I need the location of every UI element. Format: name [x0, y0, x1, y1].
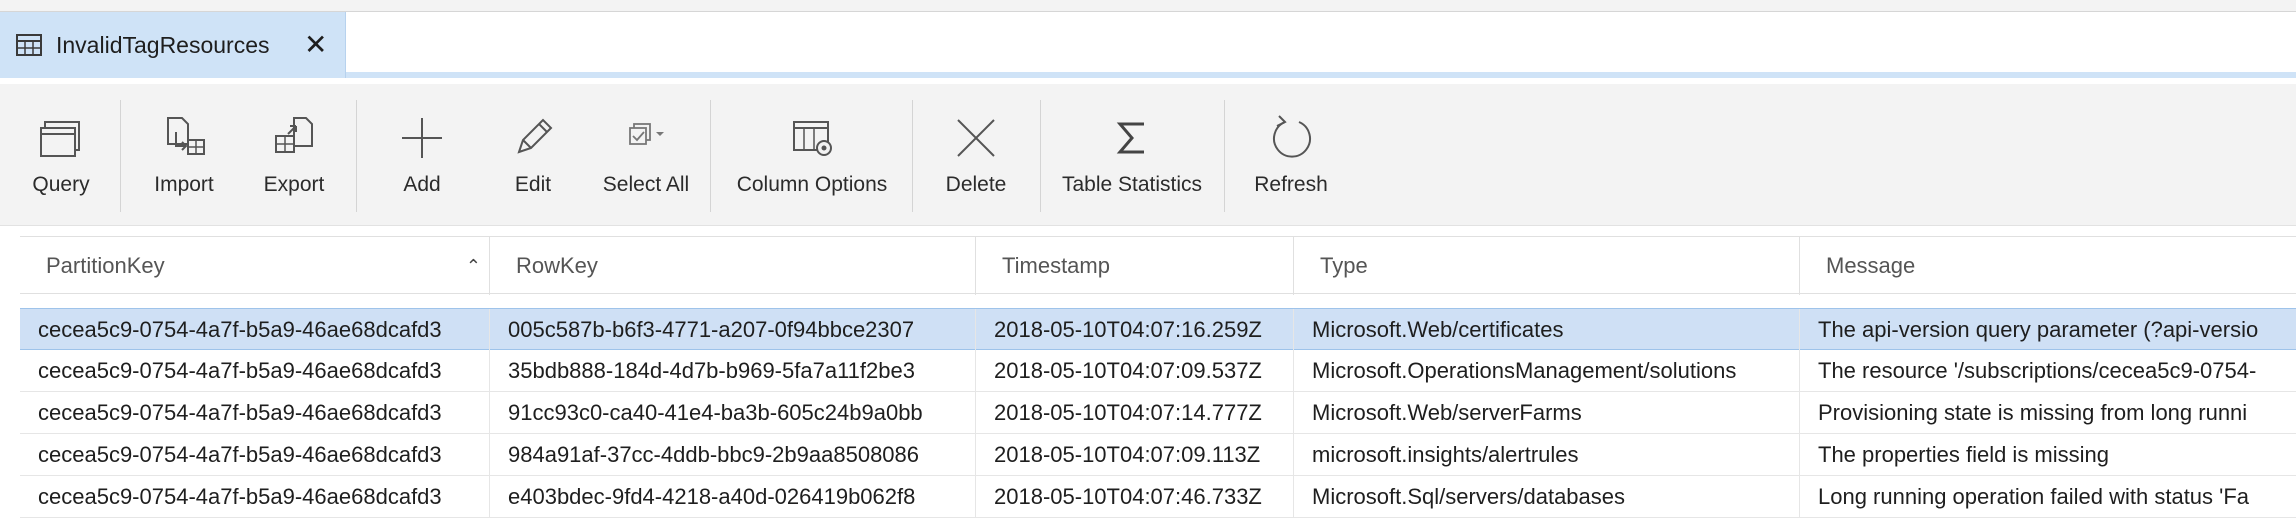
- column-header-message[interactable]: Message: [1800, 237, 2296, 295]
- toolbar: Query Import Export Add Edit Select All …: [0, 84, 2296, 226]
- column-options-button[interactable]: Column Options: [730, 84, 894, 226]
- tab-title: InvalidTagResources: [56, 32, 270, 58]
- select-all-label: Select All: [602, 173, 690, 196]
- delete-icon: [957, 119, 995, 157]
- cell-rowkey: 005c587b-b6f3-4771-a207-0f94bbce2307: [490, 309, 976, 351]
- query-label: Query: [32, 173, 90, 196]
- cell-partitionkey: cecea5c9-0754-4a7f-b5a9-46ae68dcafd3: [20, 309, 490, 351]
- toolbar-separator: [1040, 100, 1041, 212]
- table-row[interactable]: cecea5c9-0754-4a7f-b5a9-46ae68dcafd3 005…: [20, 308, 2296, 351]
- cell-rowkey: 35bdb888-184d-4d7b-b969-5fa7a11f2be3: [490, 350, 976, 392]
- column-header-label: Message: [1826, 253, 1916, 278]
- query-icon: [40, 121, 80, 157]
- table-row[interactable]: cecea5c9-0754-4a7f-b5a9-46ae68dcafd3 35b…: [20, 350, 2296, 392]
- export-icon: [275, 117, 313, 153]
- cell-timestamp: 2018-05-10T04:07:09.537Z: [976, 350, 1294, 392]
- refresh-icon: [1273, 115, 1311, 158]
- toolbar-separator: [120, 100, 121, 212]
- cell-message: The resource '/subscriptions/cecea5c9-07…: [1818, 358, 2257, 383]
- column-header-type[interactable]: Type: [1294, 237, 1800, 295]
- sigma-icon: [1116, 122, 1144, 154]
- table-statistics-label: Table Statistics: [1061, 173, 1203, 196]
- tab-bar: InvalidTagResources ✕: [0, 12, 2296, 78]
- refresh-button[interactable]: Refresh: [1244, 84, 1338, 226]
- cell-rowkey: 91cc93c0-ca40-41e4-ba3b-605c24b9a0bb: [490, 392, 976, 434]
- column-options-icon: [793, 121, 832, 156]
- table-icon: [16, 34, 42, 56]
- cell-type: Microsoft.Web/serverFarms: [1294, 392, 1800, 434]
- column-header-label: Type: [1320, 253, 1368, 278]
- select-all-icon: [629, 123, 664, 145]
- delete-button[interactable]: Delete: [930, 84, 1022, 226]
- edit-button[interactable]: Edit: [490, 84, 576, 226]
- add-label: Add: [403, 173, 441, 196]
- import-icon: [167, 117, 205, 155]
- export-button[interactable]: Export: [250, 84, 338, 226]
- table-statistics-button[interactable]: Table Statistics: [1060, 84, 1204, 226]
- toolbar-separator: [710, 100, 711, 212]
- toolbar-separator: [356, 100, 357, 212]
- cell-type: Microsoft.OperationsManagement/solutions: [1294, 350, 1800, 392]
- toolbar-separator: [912, 100, 913, 212]
- cell-message: The api-version query parameter (?api-ve…: [1818, 317, 2259, 342]
- grid-header: PartitionKey ⌃ RowKey Timestamp Type Mes…: [20, 236, 2296, 295]
- delete-label: Delete: [945, 173, 1007, 196]
- cell-partitionkey: cecea5c9-0754-4a7f-b5a9-46ae68dcafd3: [20, 476, 490, 518]
- cell-message: The properties field is missing: [1818, 442, 2110, 467]
- plus-icon: [402, 118, 442, 158]
- refresh-label: Refresh: [1254, 173, 1328, 196]
- column-header-label: Timestamp: [1002, 253, 1110, 278]
- cell-partitionkey: cecea5c9-0754-4a7f-b5a9-46ae68dcafd3: [20, 350, 490, 392]
- edit-label: Edit: [514, 173, 552, 196]
- cell-partitionkey: cecea5c9-0754-4a7f-b5a9-46ae68dcafd3: [20, 392, 490, 434]
- column-header-label: RowKey: [516, 253, 598, 278]
- table-row[interactable]: cecea5c9-0754-4a7f-b5a9-46ae68dcafd3 e40…: [20, 476, 2296, 518]
- tab-invalidtagresources[interactable]: InvalidTagResources ✕: [0, 12, 346, 78]
- cell-message: Long running operation failed with statu…: [1818, 484, 2250, 509]
- column-header-partitionkey[interactable]: PartitionKey ⌃: [20, 237, 490, 295]
- cell-timestamp: 2018-05-10T04:07:14.777Z: [976, 392, 1294, 434]
- column-options-label: Column Options: [736, 173, 888, 196]
- pencil-icon: [517, 118, 553, 154]
- data-grid: PartitionKey ⌃ RowKey Timestamp Type Mes…: [20, 236, 2296, 528]
- table-row[interactable]: cecea5c9-0754-4a7f-b5a9-46ae68dcafd3 984…: [20, 434, 2296, 476]
- table-row[interactable]: cecea5c9-0754-4a7f-b5a9-46ae68dcafd3 91c…: [20, 392, 2296, 434]
- cell-type: microsoft.insights/alertrules: [1294, 434, 1800, 476]
- add-button[interactable]: Add: [380, 84, 464, 226]
- cell-rowkey: 984a91af-37cc-4ddb-bbc9-2b9aa8508086: [490, 434, 976, 476]
- sort-ascending-icon: ⌃: [465, 256, 481, 276]
- toolbar-separator: [1224, 100, 1225, 212]
- window-top-edge: [0, 0, 2296, 12]
- cell-timestamp: 2018-05-10T04:07:46.733Z: [976, 476, 1294, 518]
- cell-partitionkey: cecea5c9-0754-4a7f-b5a9-46ae68dcafd3: [20, 434, 490, 476]
- query-button[interactable]: Query: [20, 84, 102, 226]
- column-header-rowkey[interactable]: RowKey: [490, 237, 976, 295]
- cell-rowkey: e403bdec-9fd4-4218-a40d-026419b062f8: [490, 476, 976, 518]
- cell-message: Provisioning state is missing from long …: [1818, 400, 2248, 425]
- cell-timestamp: 2018-05-10T04:07:16.259Z: [976, 309, 1294, 351]
- select-all-button[interactable]: Select All: [596, 84, 696, 226]
- import-label: Import: [154, 173, 214, 196]
- import-button[interactable]: Import: [140, 84, 228, 226]
- cell-type: Microsoft.Web/certificates: [1294, 309, 1800, 351]
- close-icon[interactable]: ✕: [304, 30, 327, 60]
- export-label: Export: [263, 173, 325, 196]
- column-header-timestamp[interactable]: Timestamp: [976, 237, 1294, 295]
- column-header-label: PartitionKey: [46, 253, 165, 278]
- cell-type: Microsoft.Sql/servers/databases: [1294, 476, 1800, 518]
- cell-timestamp: 2018-05-10T04:07:09.113Z: [976, 434, 1294, 476]
